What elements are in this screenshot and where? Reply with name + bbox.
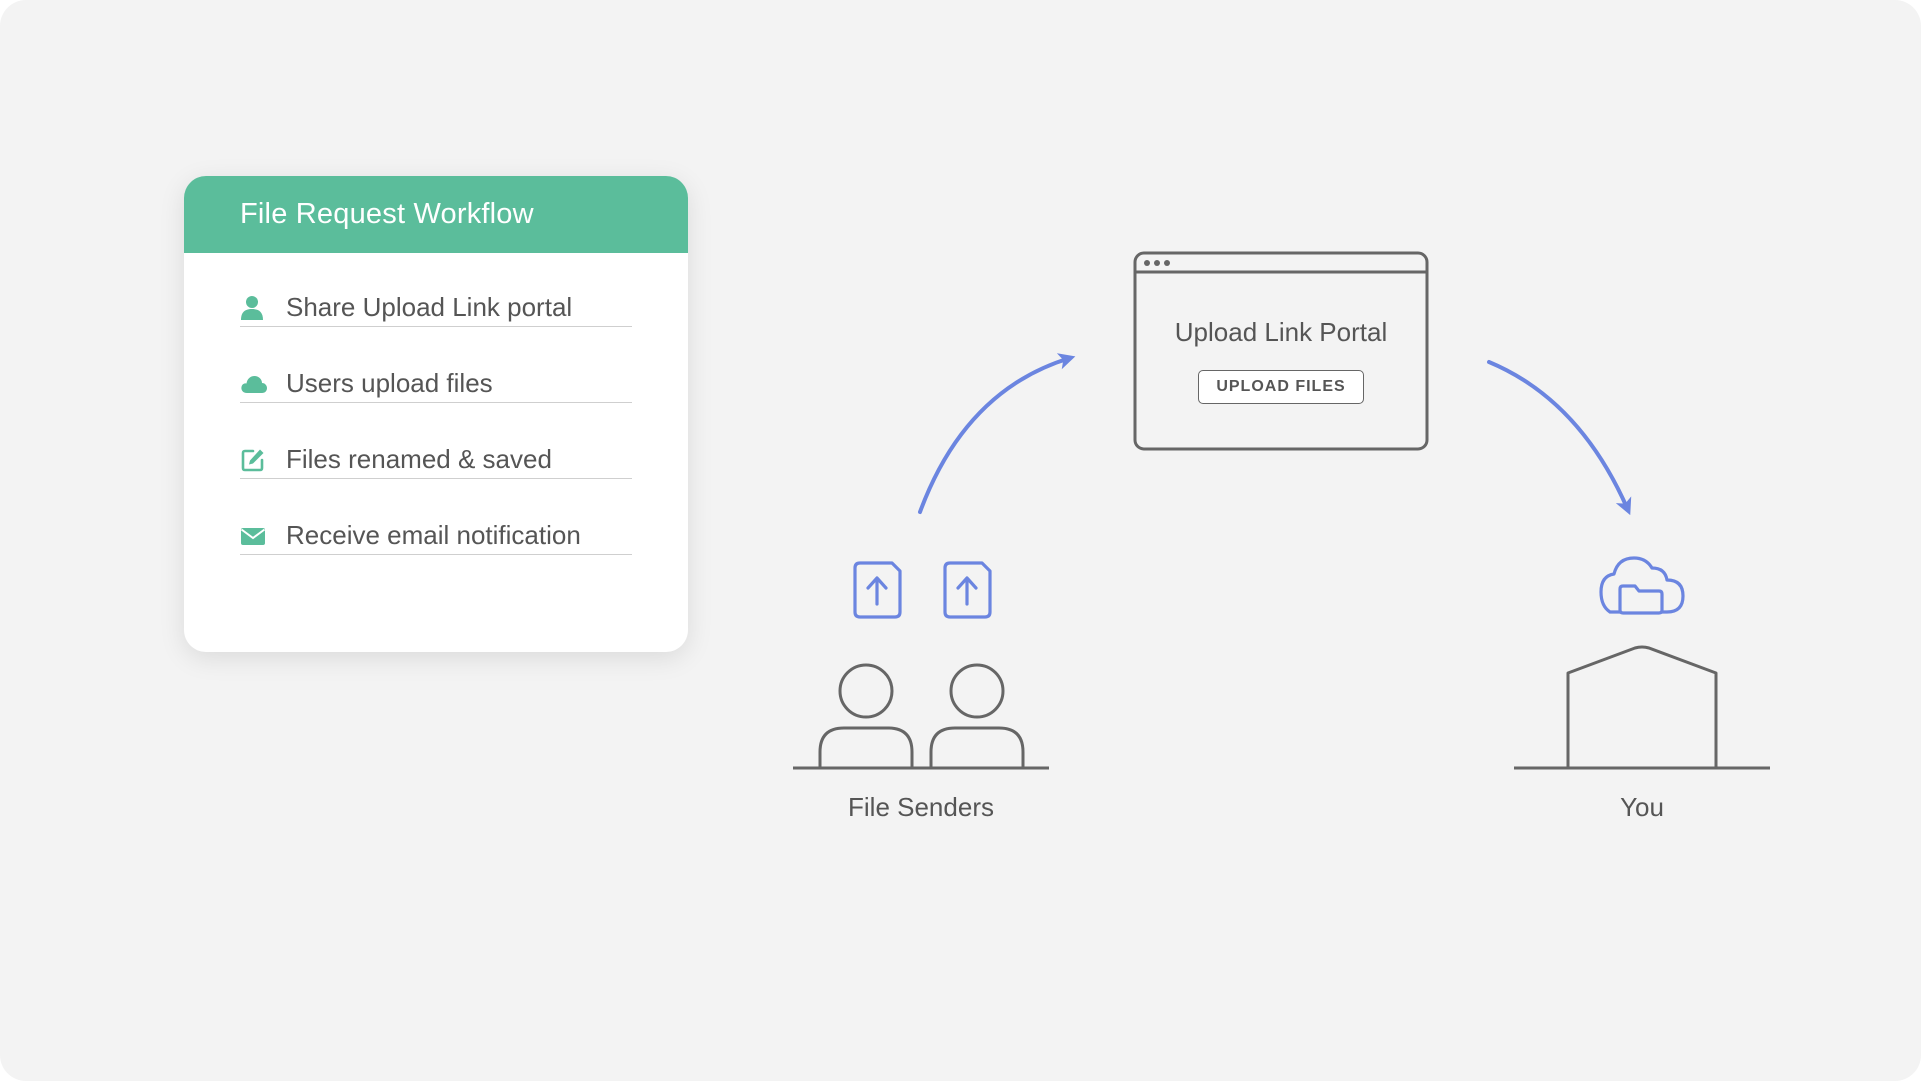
file-upload-icon <box>853 561 902 619</box>
arrow-portal-to-you <box>1487 360 1632 516</box>
recipient-label: You <box>1620 792 1664 822</box>
portal-title: Upload Link Portal <box>1174 317 1388 347</box>
cloud-folder-icon <box>1599 556 1685 615</box>
person-icon <box>929 663 1025 768</box>
file-upload-icon <box>943 561 992 619</box>
arrow-senders-to-portal <box>918 353 1076 514</box>
upload-files-button[interactable]: UPLOAD FILES <box>1198 370 1364 404</box>
workflow-diagram <box>793 251 1770 770</box>
building-icon <box>1514 645 1770 770</box>
person-icon <box>818 663 914 768</box>
senders-label: File Senders <box>848 792 994 822</box>
upload-link-portal: Upload Link Portal UPLOAD FILES <box>1135 253 1427 449</box>
